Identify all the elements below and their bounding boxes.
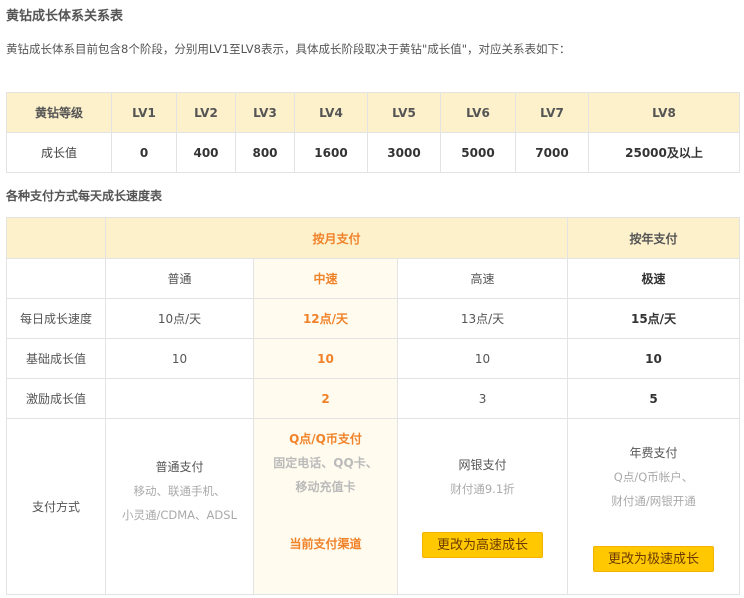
- payment-normal-title: 普通支付: [155, 460, 204, 474]
- base-growth-ultra: 10: [567, 338, 741, 379]
- daily-speed-normal: 10点/天: [105, 298, 254, 339]
- growth-value-cell: 0: [111, 132, 177, 173]
- growth-value-cell: 400: [176, 132, 236, 173]
- level-cell: LV8: [588, 92, 740, 133]
- speed-medium: 中速: [253, 258, 398, 299]
- daily-speed-ultra: 15点/天: [567, 298, 741, 339]
- growth-value-cell: 3000: [367, 132, 441, 173]
- payment-ultra-line1: Q点/Q币帐户、: [613, 470, 694, 484]
- payment-fast-title: 网银支付: [458, 458, 507, 472]
- bonus-growth-medium: 2: [253, 378, 398, 419]
- bonus-growth-ultra: 5: [567, 378, 741, 419]
- base-growth-fast: 10: [396, 338, 569, 379]
- monthly-header: 按月支付: [104, 217, 569, 259]
- empty-corner-cell: [6, 217, 106, 259]
- payment-method-row: 支付方式 普通支付 移动、联通手机、 小灵通/CDMA、ADSL Q点/Q币支付…: [6, 418, 741, 595]
- bonus-growth-fast: 3: [396, 378, 569, 419]
- level-cell: LV3: [235, 92, 295, 133]
- bonus-growth-label: 激励成长值: [6, 378, 106, 419]
- upgrade-ultra-button[interactable]: 更改为极速成长: [593, 546, 715, 572]
- upgrade-fast-button[interactable]: 更改为高速成长: [422, 532, 544, 558]
- empty-label-cell: [6, 258, 106, 299]
- base-growth-row: 基础成长值 10 10 10 10: [6, 338, 741, 379]
- payment-ultra-title: 年费支付: [629, 446, 678, 460]
- bonus-growth-normal: [105, 378, 254, 419]
- payment-fast-sub: 财付通9.1折: [450, 482, 515, 496]
- payment-medium-cell: Q点/Q币支付 固定电话、QQ卡、 移动充值卡 当前支付渠道: [253, 418, 398, 595]
- payment-fast-cell: 网银支付 财付通9.1折 更改为高速成长: [396, 418, 569, 595]
- growth-value-cell: 25000及以上: [588, 132, 740, 173]
- payment-medium-line1: Q点/Q币支付: [289, 432, 362, 446]
- payment-ultra-cell: 年费支付 Q点/Q币帐户、 财付通/网银开通 更改为极速成长: [567, 418, 741, 595]
- base-growth-normal: 10: [105, 338, 254, 379]
- level-cell: LV7: [515, 92, 589, 133]
- payment-medium-line3: 移动充值卡: [295, 480, 356, 494]
- payment-ultra-line2: 财付通/网银开通: [611, 494, 696, 508]
- growth-value-cell: 7000: [515, 132, 589, 173]
- payment-normal-line1: 移动、联通手机、: [133, 484, 226, 498]
- speed-level-row: 普通 中速 高速 极速: [6, 258, 741, 299]
- daily-speed-medium: 12点/天: [253, 298, 398, 339]
- yearly-header: 按年支付: [567, 217, 741, 259]
- growth-value-cell: 1600: [294, 132, 368, 173]
- levels-header-row: 黄钻等级 LV1 LV2 LV3 LV4 LV5 LV6 LV7 LV8: [6, 92, 740, 133]
- growth-value-cell: 800: [235, 132, 295, 173]
- level-cell: LV6: [440, 92, 516, 133]
- level-header-label: 黄钻等级: [6, 92, 112, 133]
- level-cell: LV5: [367, 92, 441, 133]
- level-cell: LV2: [176, 92, 236, 133]
- bonus-growth-row: 激励成长值 2 3 5: [6, 378, 741, 419]
- speed-normal: 普通: [105, 258, 254, 299]
- speed-table: 按月支付 按年支付 普通 中速 高速 极速 每日成长速度 10点/天 12点/天…: [6, 217, 741, 595]
- payment-normal-line2: 小灵通/CDMA、ADSL: [122, 508, 237, 522]
- growth-value-cell: 5000: [440, 132, 516, 173]
- daily-speed-label: 每日成长速度: [6, 298, 106, 339]
- levels-table: 黄钻等级 LV1 LV2 LV3 LV4 LV5 LV6 LV7 LV8 成长值…: [6, 92, 740, 173]
- level-cell: LV4: [294, 92, 368, 133]
- payment-method-label: 支付方式: [6, 418, 106, 595]
- payment-period-row: 按月支付 按年支付: [6, 217, 741, 259]
- level-cell: LV1: [111, 92, 177, 133]
- speed-table-title: 各种支付方式每天成长速度表: [6, 189, 163, 203]
- current-channel-label: 当前支付渠道: [289, 537, 362, 551]
- growth-value-label: 成长值: [6, 132, 112, 173]
- levels-value-row: 成长值 0 400 800 1600 3000 5000 7000 25000及…: [6, 132, 740, 173]
- daily-speed-row: 每日成长速度 10点/天 12点/天 13点/天 15点/天: [6, 298, 741, 339]
- payment-normal-cell: 普通支付 移动、联通手机、 小灵通/CDMA、ADSL: [105, 418, 254, 595]
- speed-ultra: 极速: [567, 258, 741, 299]
- base-growth-medium: 10: [253, 338, 398, 379]
- page-title: 黄钻成长体系关系表: [6, 9, 124, 24]
- speed-fast: 高速: [396, 258, 569, 299]
- base-growth-label: 基础成长值: [6, 338, 106, 379]
- daily-speed-fast: 13点/天: [396, 298, 569, 339]
- intro-text: 黄钻成长体系目前包含8个阶段，分别用LV1至LV8表示，具体成长阶段取决于黄钻"…: [6, 42, 571, 56]
- payment-medium-line2: 固定电话、QQ卡、: [273, 456, 378, 470]
